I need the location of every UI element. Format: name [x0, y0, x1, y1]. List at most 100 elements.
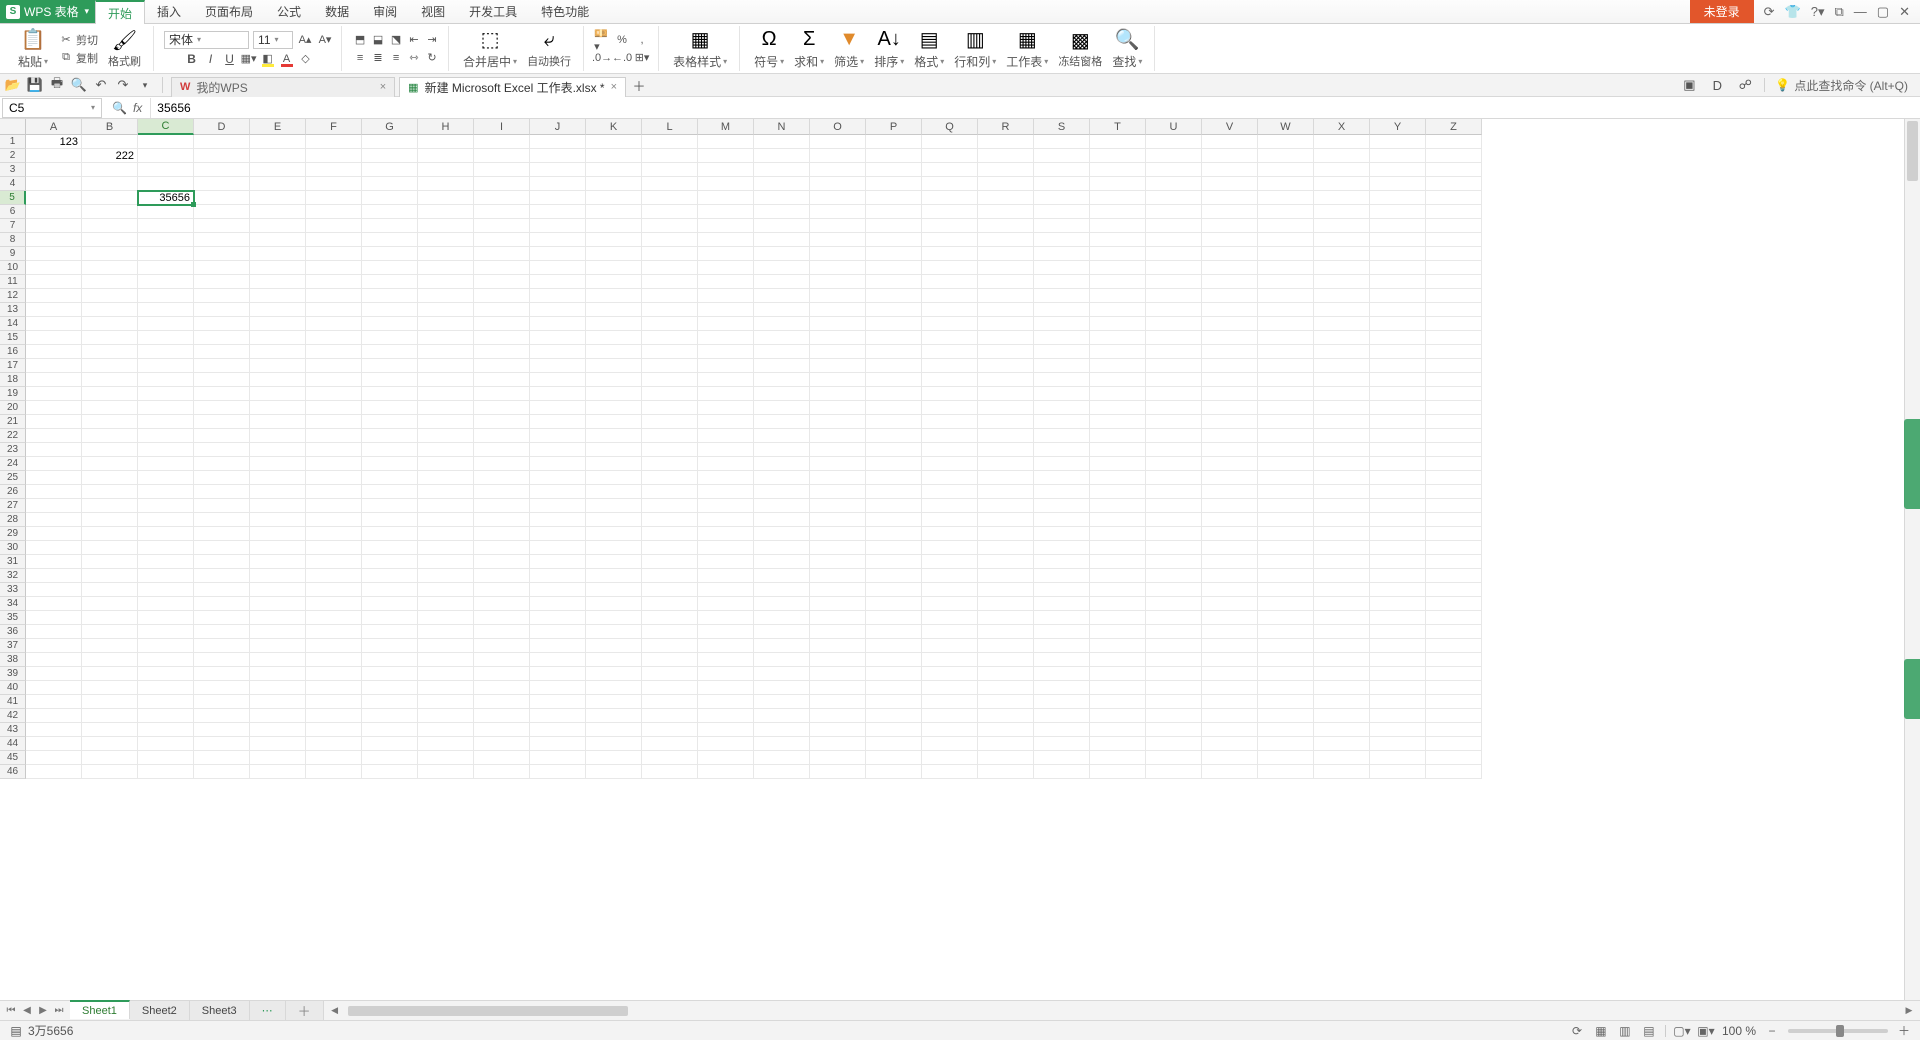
- cell-S5[interactable]: [1034, 191, 1090, 205]
- cell-G28[interactable]: [362, 513, 418, 527]
- cell-L25[interactable]: [642, 471, 698, 485]
- cell-M33[interactable]: [698, 583, 754, 597]
- row-header-6[interactable]: 6: [0, 205, 26, 219]
- row-header-21[interactable]: 21: [0, 415, 26, 429]
- cell-F30[interactable]: [306, 541, 362, 555]
- cell-T14[interactable]: [1090, 317, 1146, 331]
- cell-Y9[interactable]: [1370, 247, 1426, 261]
- hscroll-right-icon[interactable]: ▶: [1902, 1005, 1916, 1017]
- cell-Y31[interactable]: [1370, 555, 1426, 569]
- sheet-menu-button[interactable]: ⋯: [250, 1001, 286, 1020]
- cell-I40[interactable]: [474, 681, 530, 695]
- menu-tab-0[interactable]: 开始: [95, 0, 145, 24]
- cell-W36[interactable]: [1258, 625, 1314, 639]
- cell-N20[interactable]: [754, 401, 810, 415]
- cell-C15[interactable]: [138, 331, 194, 345]
- cell-Q19[interactable]: [922, 387, 978, 401]
- cell-S12[interactable]: [1034, 289, 1090, 303]
- cell-S21[interactable]: [1034, 415, 1090, 429]
- cell-J3[interactable]: [530, 163, 586, 177]
- cell-N46[interactable]: [754, 765, 810, 779]
- row-header-18[interactable]: 18: [0, 373, 26, 387]
- cell-Y16[interactable]: [1370, 345, 1426, 359]
- cell-O34[interactable]: [810, 597, 866, 611]
- cell-X13[interactable]: [1314, 303, 1370, 317]
- cell-L42[interactable]: [642, 709, 698, 723]
- cell-J21[interactable]: [530, 415, 586, 429]
- cell-U10[interactable]: [1146, 261, 1202, 275]
- cell-F26[interactable]: [306, 485, 362, 499]
- cell-Y43[interactable]: [1370, 723, 1426, 737]
- col-header-J[interactable]: J: [530, 119, 586, 135]
- cell-Q42[interactable]: [922, 709, 978, 723]
- cell-A12[interactable]: [26, 289, 82, 303]
- cell-H28[interactable]: [418, 513, 474, 527]
- row-header-45[interactable]: 45: [0, 751, 26, 765]
- cell-N9[interactable]: [754, 247, 810, 261]
- cell-R35[interactable]: [978, 611, 1034, 625]
- cell-F16[interactable]: [306, 345, 362, 359]
- cell-F18[interactable]: [306, 373, 362, 387]
- select-all-corner[interactable]: [0, 119, 26, 135]
- cell-W14[interactable]: [1258, 317, 1314, 331]
- cell-U38[interactable]: [1146, 653, 1202, 667]
- cell-U3[interactable]: [1146, 163, 1202, 177]
- cell-A30[interactable]: [26, 541, 82, 555]
- cell-G21[interactable]: [362, 415, 418, 429]
- col-header-O[interactable]: O: [810, 119, 866, 135]
- cell-Q1[interactable]: [922, 135, 978, 149]
- cell-I37[interactable]: [474, 639, 530, 653]
- cell-J40[interactable]: [530, 681, 586, 695]
- cell-G14[interactable]: [362, 317, 418, 331]
- cell-D16[interactable]: [194, 345, 250, 359]
- cell-U28[interactable]: [1146, 513, 1202, 527]
- cell-G18[interactable]: [362, 373, 418, 387]
- cell-B8[interactable]: [82, 233, 138, 247]
- cell-T1[interactable]: [1090, 135, 1146, 149]
- cell-M10[interactable]: [698, 261, 754, 275]
- row-header-32[interactable]: 32: [0, 569, 26, 583]
- cell-X33[interactable]: [1314, 583, 1370, 597]
- cell-N34[interactable]: [754, 597, 810, 611]
- cell-G19[interactable]: [362, 387, 418, 401]
- cell-L36[interactable]: [642, 625, 698, 639]
- row-header-16[interactable]: 16: [0, 345, 26, 359]
- cell-C36[interactable]: [138, 625, 194, 639]
- cell-C39[interactable]: [138, 667, 194, 681]
- cell-S41[interactable]: [1034, 695, 1090, 709]
- orientation-icon[interactable]: ↻: [424, 50, 440, 66]
- cell-Z38[interactable]: [1426, 653, 1482, 667]
- cell-E1[interactable]: [250, 135, 306, 149]
- cell-V12[interactable]: [1202, 289, 1258, 303]
- cell-B14[interactable]: [82, 317, 138, 331]
- col-header-P[interactable]: P: [866, 119, 922, 135]
- font-color-button[interactable]: A: [279, 51, 295, 67]
- cell-E27[interactable]: [250, 499, 306, 513]
- cell-Q11[interactable]: [922, 275, 978, 289]
- cell-U36[interactable]: [1146, 625, 1202, 639]
- cell-Y42[interactable]: [1370, 709, 1426, 723]
- cell-O27[interactable]: [810, 499, 866, 513]
- cell-A41[interactable]: [26, 695, 82, 709]
- row-header-43[interactable]: 43: [0, 723, 26, 737]
- cell-P7[interactable]: [866, 219, 922, 233]
- cell-X31[interactable]: [1314, 555, 1370, 569]
- cell-H33[interactable]: [418, 583, 474, 597]
- row-header-42[interactable]: 42: [0, 709, 26, 723]
- cell-V39[interactable]: [1202, 667, 1258, 681]
- cell-B22[interactable]: [82, 429, 138, 443]
- sheet-last-icon[interactable]: ⏭: [52, 1004, 66, 1018]
- cell-S43[interactable]: [1034, 723, 1090, 737]
- cell-A16[interactable]: [26, 345, 82, 359]
- cell-X2[interactable]: [1314, 149, 1370, 163]
- cell-I42[interactable]: [474, 709, 530, 723]
- cell-X5[interactable]: [1314, 191, 1370, 205]
- cell-I32[interactable]: [474, 569, 530, 583]
- cell-W30[interactable]: [1258, 541, 1314, 555]
- cell-F3[interactable]: [306, 163, 362, 177]
- cell-V42[interactable]: [1202, 709, 1258, 723]
- cell-Q30[interactable]: [922, 541, 978, 555]
- cell-G26[interactable]: [362, 485, 418, 499]
- cell-Y17[interactable]: [1370, 359, 1426, 373]
- cell-P42[interactable]: [866, 709, 922, 723]
